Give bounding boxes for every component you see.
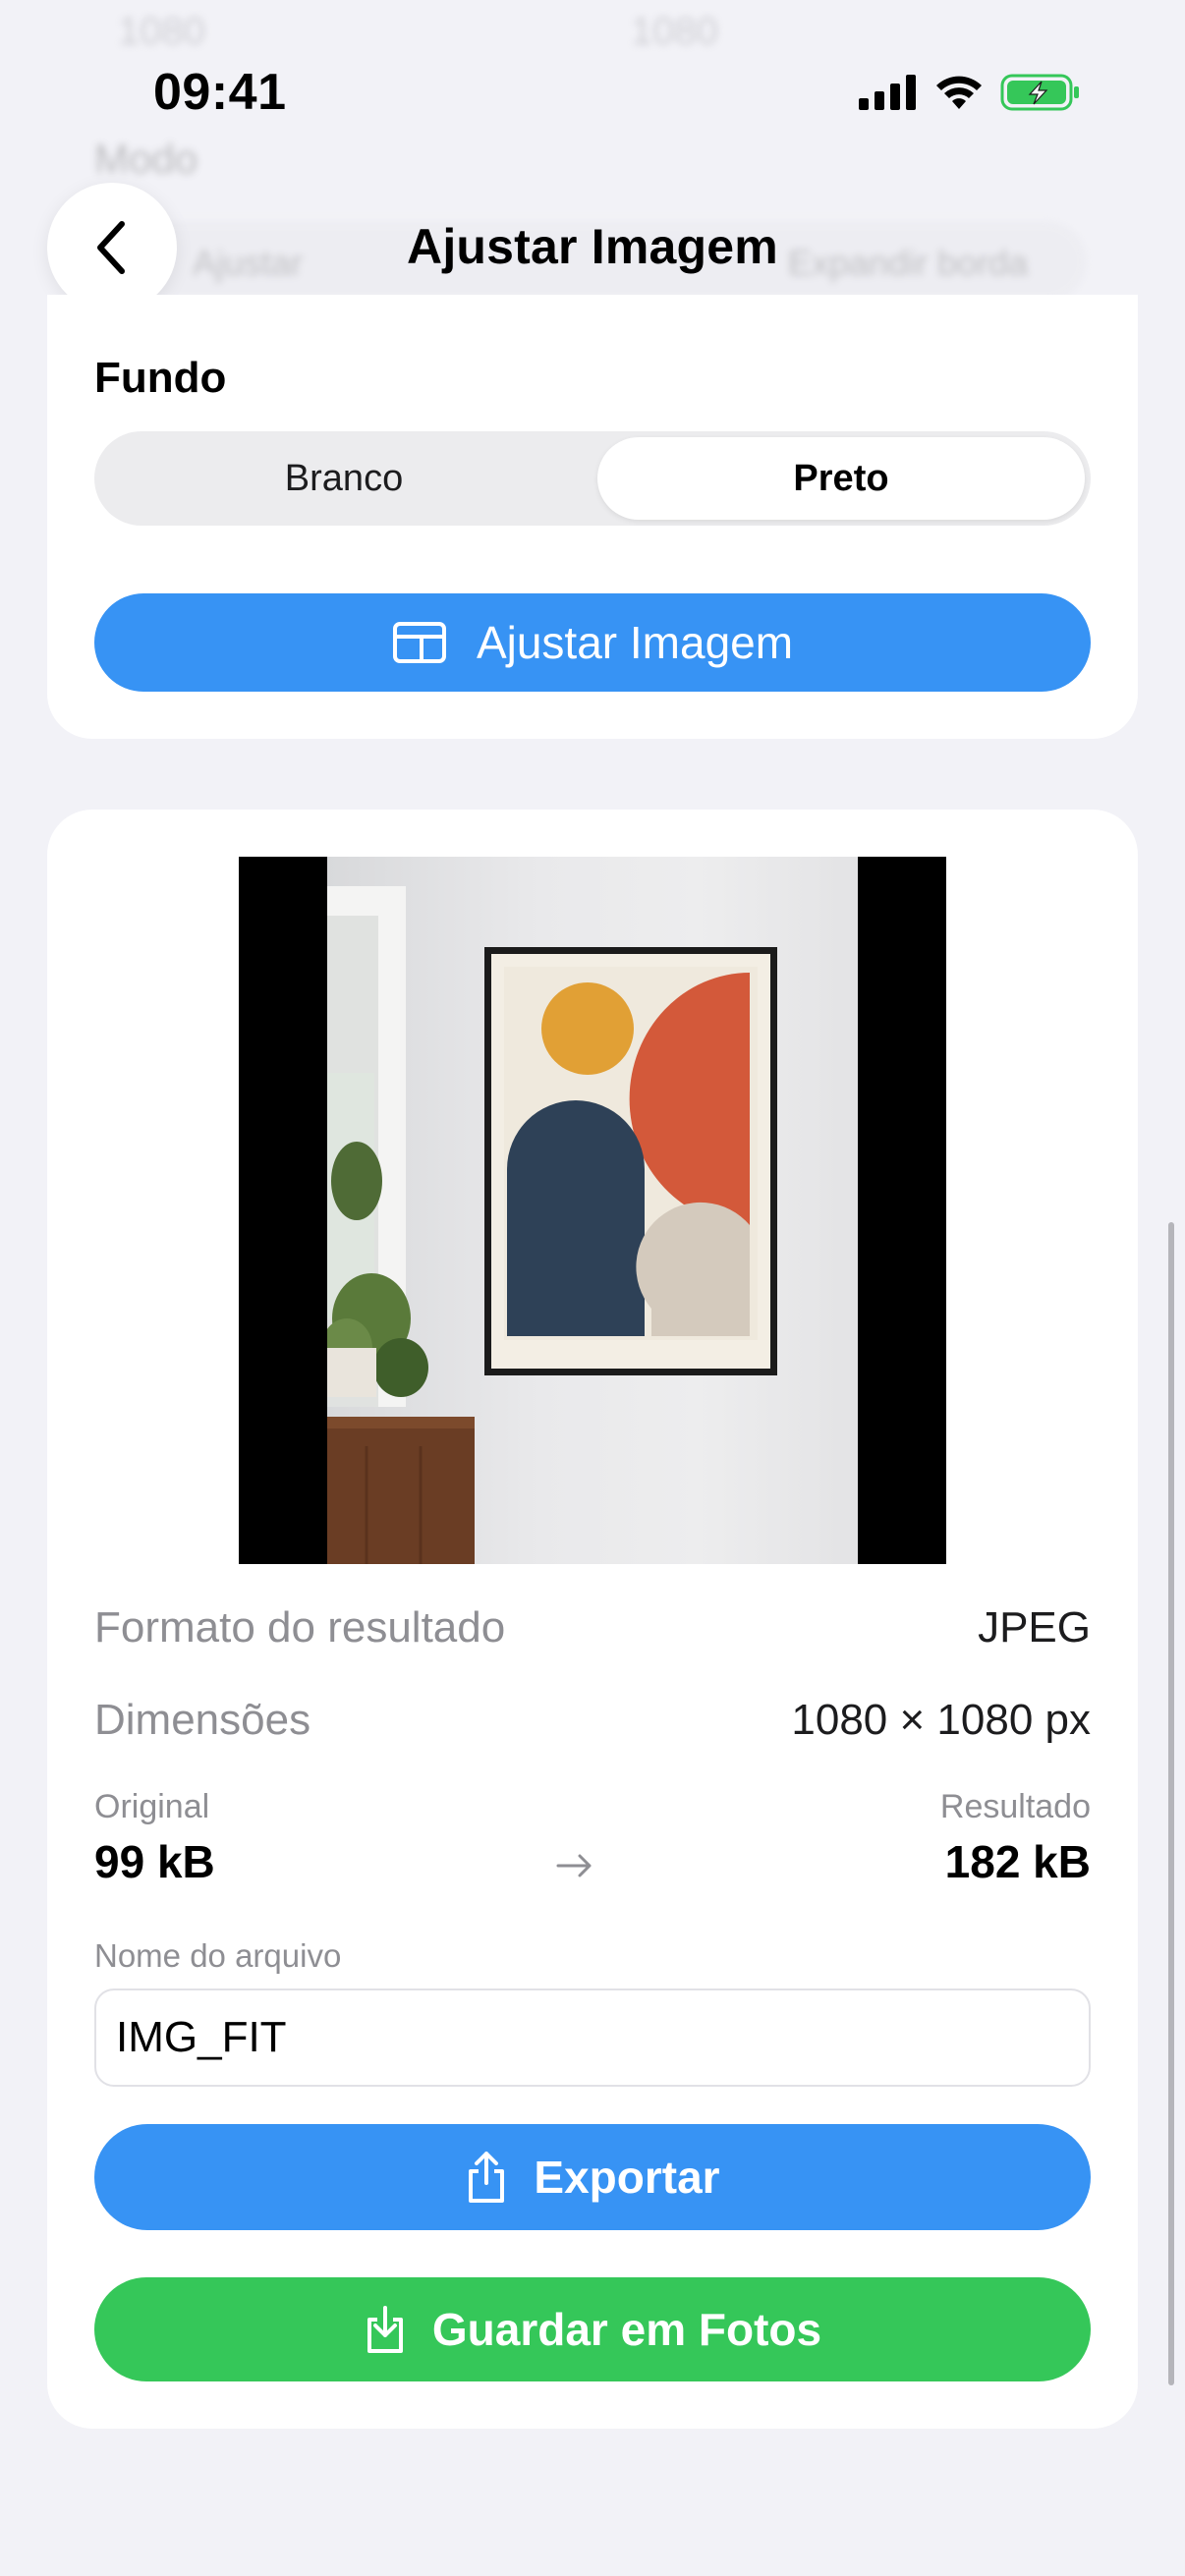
background-option-preto[interactable]: Preto — [597, 437, 1085, 520]
apply-fit-button-label: Ajustar Imagem — [476, 617, 794, 668]
result-size-label: Resultado — [939, 1788, 1091, 1825]
export-button[interactable]: Exportar — [94, 2124, 1091, 2230]
dimensions-label: Dimensões — [94, 1696, 311, 1744]
save-to-photos-button[interactable]: Guardar em Fotos — [94, 2277, 1091, 2381]
filename-label: Nome do arquivo — [94, 1937, 342, 1974]
fit-frame-icon — [392, 622, 446, 663]
preview-photo — [327, 857, 858, 1564]
format-value: JPEG — [978, 1603, 1091, 1652]
background-segmented-control: Branco Preto — [94, 431, 1091, 526]
status-time: 09:41 — [153, 64, 287, 121]
original-size-value: 99 kB — [94, 1836, 215, 1887]
filename-input[interactable]: IMG_FIT — [94, 1988, 1091, 2087]
status-icons — [859, 73, 1081, 112]
cellular-signal-icon — [859, 75, 916, 110]
background-option-branco[interactable]: Branco — [100, 437, 588, 520]
original-size-label: Original — [94, 1788, 210, 1825]
export-button-label: Exportar — [534, 2152, 720, 2203]
background-label: Fundo — [94, 354, 227, 402]
wifi-icon — [936, 76, 982, 109]
result-preview-image — [239, 857, 946, 1564]
apply-fit-button[interactable]: Ajustar Imagem — [94, 593, 1091, 692]
result-size-value: 182 kB — [944, 1836, 1091, 1887]
download-to-device-icon — [367, 2306, 403, 2353]
format-label: Formato do resultado — [94, 1603, 506, 1652]
scrollbar[interactable] — [1168, 1222, 1174, 2385]
battery-charging-icon — [1000, 74, 1079, 111]
status-bar: 09:41 — [0, 0, 1185, 147]
save-to-photos-button-label: Guardar em Fotos — [431, 2304, 822, 2355]
arrow-right-icon — [556, 1854, 592, 1877]
page-title: Ajustar Imagem — [407, 219, 778, 274]
dimensions-value: 1080 × 1080 px — [791, 1696, 1091, 1744]
share-icon — [469, 2152, 505, 2203]
artwork-photo-illustration — [327, 886, 777, 1564]
